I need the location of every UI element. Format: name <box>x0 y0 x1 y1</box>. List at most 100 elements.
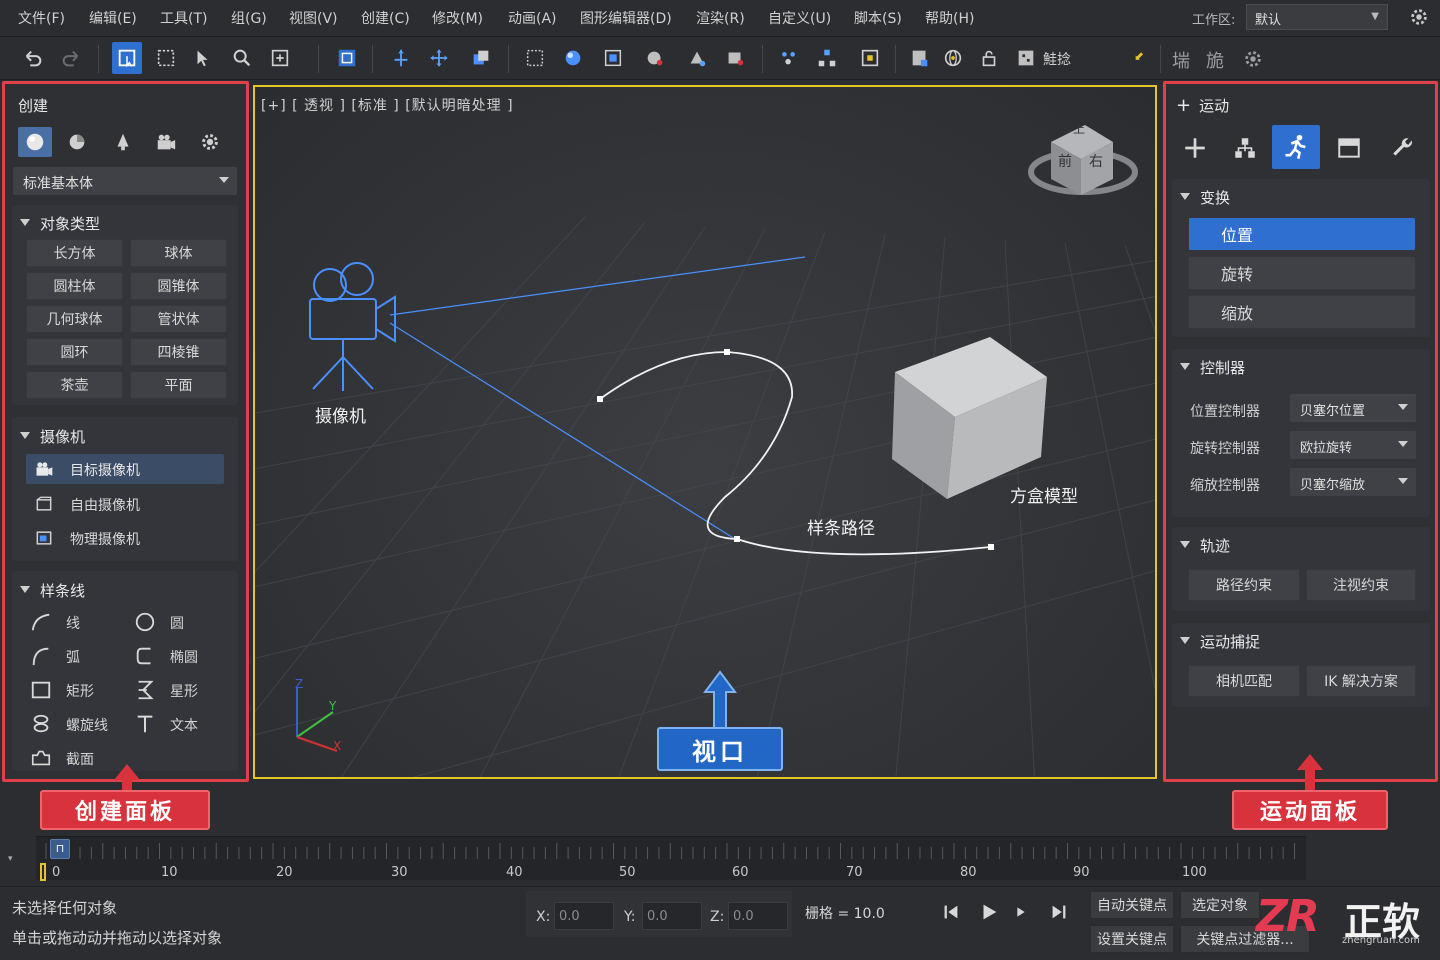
viewport-label[interactable]: [+] [ 透视 ] [标准 ] [默认明暗处理 ] <box>261 95 514 115</box>
zoom-icon[interactable] <box>227 42 257 74</box>
undo-icon[interactable] <box>18 42 48 74</box>
hierarchy-tab-icon[interactable] <box>1232 135 1258 161</box>
align-icon[interactable] <box>598 42 628 74</box>
spline-header[interactable]: 样条线 <box>20 580 85 601</box>
scale-button[interactable]: 缩放 <box>1188 295 1416 329</box>
material-icon[interactable] <box>640 42 670 74</box>
position-controller-dropdown[interactable]: 贝塞尔位置 <box>1290 394 1416 422</box>
free-camera-item[interactable]: 自由摄像机 <box>26 489 224 519</box>
menu-rendering[interactable]: 渲染(R) <box>696 8 745 28</box>
dropdown-arrow-icon[interactable]: ⬋ <box>1134 49 1144 63</box>
menu-modify[interactable]: 修改(M) <box>432 8 483 28</box>
ellipse-tool[interactable]: 椭圆 <box>130 643 230 669</box>
gear-icon[interactable] <box>1408 6 1430 28</box>
helix-tool[interactable]: 螺旋线 <box>26 711 126 737</box>
region-select-icon[interactable] <box>151 42 181 74</box>
lock-icon[interactable] <box>974 42 1004 74</box>
geosphere-button[interactable]: 几何球体 <box>26 305 123 333</box>
torus-button[interactable]: 圆环 <box>26 338 123 366</box>
tube-button[interactable]: 管状体 <box>130 305 227 333</box>
motion-capture-header[interactable]: 运动捕捉 <box>1180 631 1260 652</box>
time-slider-track[interactable]: ⊓ 0 10 20 30 40 50 60 70 80 90 100 <box>36 836 1306 881</box>
transform-header[interactable]: 变换 <box>1180 187 1230 208</box>
x-coordinate-field[interactable]: 0.0 <box>554 902 614 930</box>
sphere-button[interactable]: 球体 <box>130 239 227 267</box>
hierarchy-icon[interactable] <box>812 42 842 74</box>
z-coordinate-field[interactable]: 0.0 <box>728 902 788 930</box>
redo-icon[interactable] <box>56 42 86 74</box>
go-to-end-icon[interactable] <box>1048 901 1070 923</box>
set-key-button[interactable]: 设置关键点 <box>1090 925 1174 953</box>
view-cube-front[interactable]: 前 <box>1058 151 1072 171</box>
menu-group[interactable]: 组(G) <box>231 8 267 28</box>
section-tool[interactable]: 截面 <box>26 745 126 771</box>
menu-create[interactable]: 创建(C) <box>361 8 410 28</box>
view-cube-top[interactable]: 上 <box>1073 120 1085 137</box>
menu-view[interactable]: 视图(V) <box>289 8 338 28</box>
pyramid-button[interactable]: 四棱锥 <box>130 338 227 366</box>
select-link-icon[interactable] <box>332 42 362 74</box>
settings-icon[interactable] <box>1242 48 1264 70</box>
physical-camera-item[interactable]: 物理摄像机 <box>26 523 224 553</box>
object-type-header[interactable]: 对象类型 <box>20 213 100 234</box>
render-frame-icon[interactable] <box>720 42 750 74</box>
trajectory-header[interactable]: 轨迹 <box>1180 535 1230 556</box>
move-axis-icon[interactable] <box>386 42 416 74</box>
selection-set-label[interactable]: 鮭捻 <box>1043 49 1071 69</box>
particles-icon[interactable] <box>774 42 804 74</box>
render-setup-icon[interactable] <box>682 42 712 74</box>
view-cube-right[interactable]: 右 <box>1089 151 1103 171</box>
controllers-header[interactable]: 控制器 <box>1180 357 1245 378</box>
workspace-select[interactable]: 默认 ▼ <box>1246 4 1388 30</box>
geometry-tab[interactable] <box>18 127 52 157</box>
time-slider-handle[interactable]: ⊓ <box>50 839 70 859</box>
ribbon-toggle-icon[interactable]: 㙐 <box>1172 47 1190 73</box>
tool-options-icon[interactable]: 㫉 <box>1206 47 1224 73</box>
rotation-controller-dropdown[interactable]: 欧拉旋转 <box>1290 431 1416 459</box>
select-by-name-icon[interactable] <box>188 42 218 74</box>
sphere-render-icon[interactable] <box>558 42 588 74</box>
current-frame-marker[interactable] <box>40 863 46 881</box>
camera-header[interactable]: 摄像机 <box>20 426 85 447</box>
copy-object-icon[interactable] <box>466 42 496 74</box>
menu-animation[interactable]: 动画(A) <box>508 8 557 28</box>
rectangle-tool[interactable]: 矩形 <box>26 677 126 703</box>
helpers-gear-icon[interactable] <box>199 131 221 153</box>
next-frame-icon[interactable] <box>1010 901 1032 923</box>
menu-graph-editors[interactable]: 图形编辑器(D) <box>580 8 672 28</box>
menu-file[interactable]: 文件(F) <box>18 8 65 28</box>
select-object-icon[interactable] <box>112 42 142 74</box>
move-icon[interactable] <box>424 42 454 74</box>
box-button[interactable]: 长方体 <box>26 239 123 267</box>
menu-customize[interactable]: 自定义(U) <box>768 8 831 28</box>
named-selection-icon[interactable] <box>1011 42 1041 74</box>
layer-manager-icon[interactable] <box>905 42 935 74</box>
menu-help[interactable]: 帮助(H) <box>925 8 974 28</box>
shapes-icon[interactable] <box>66 131 88 153</box>
play-icon[interactable] <box>978 901 1000 923</box>
target-camera-item[interactable]: 目标摄像机 <box>26 454 224 484</box>
line-tool[interactable]: 线 <box>26 609 126 635</box>
menu-tools[interactable]: 工具(T) <box>160 8 207 28</box>
motion-tab[interactable] <box>1272 125 1320 169</box>
globe-icon[interactable] <box>938 42 968 74</box>
bounding-box-icon[interactable] <box>520 42 550 74</box>
lookat-constraint-button[interactable]: 注视约束 <box>1306 569 1416 601</box>
cone-button[interactable]: 圆锥体 <box>130 272 227 300</box>
menu-scripting[interactable]: 脚本(S) <box>854 8 902 28</box>
display-tab-icon[interactable] <box>1336 135 1362 161</box>
camera-match-button[interactable]: 相机匹配 <box>1188 665 1300 697</box>
plane-button[interactable]: 平面 <box>130 371 227 399</box>
selected-object-dropdown[interactable]: 选定对象 <box>1180 891 1260 919</box>
text-tool[interactable]: 文本 <box>130 711 230 737</box>
arc-tool[interactable]: 弧 <box>26 643 126 669</box>
utilities-wrench-icon[interactable] <box>1390 135 1416 161</box>
schematic-icon[interactable] <box>855 42 885 74</box>
auto-key-button[interactable]: 自动关键点 <box>1090 891 1174 919</box>
teapot-button[interactable]: 茶壶 <box>26 371 123 399</box>
position-button[interactable]: 位置 <box>1188 217 1416 251</box>
rotation-button[interactable]: 旋转 <box>1188 256 1416 290</box>
go-to-start-icon[interactable] <box>940 901 962 923</box>
star-tool[interactable]: 星形 <box>130 677 230 703</box>
lights-icon[interactable] <box>112 131 134 153</box>
